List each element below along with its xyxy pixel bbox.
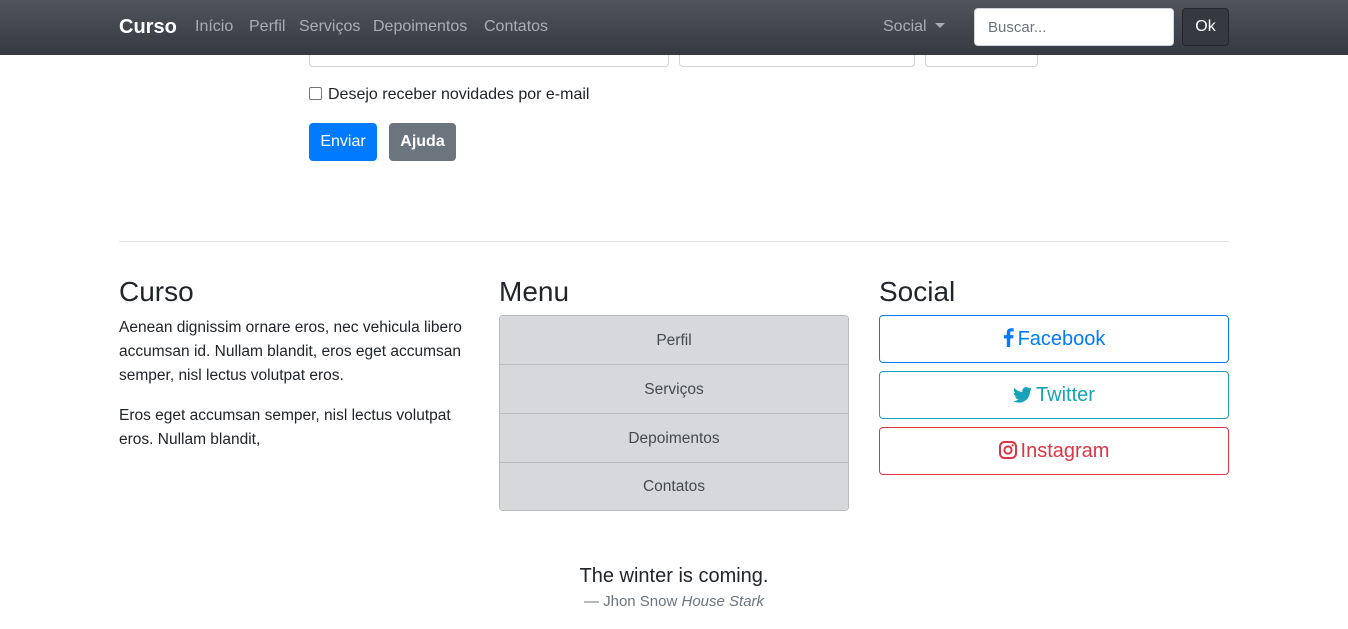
nav-link-depoimentos[interactable]: Depoimentos	[373, 18, 467, 36]
nav-link-perfil[interactable]: Perfil	[249, 18, 285, 36]
social-dropdown-label: Social	[883, 18, 927, 35]
newsletter-checkbox[interactable]	[309, 87, 322, 100]
menu-item-perfil[interactable]: Perfil	[500, 316, 848, 365]
nav-link-contatos[interactable]: Contatos	[484, 18, 548, 36]
facebook-label: Facebook	[1017, 328, 1106, 350]
nav-link-servicos[interactable]: Serviços	[299, 18, 360, 36]
search-submit-button[interactable]: Ok	[1182, 8, 1229, 46]
instagram-icon	[998, 441, 1017, 459]
quote-source: House Stark	[681, 593, 765, 610]
nav-link-inicio[interactable]: Início	[195, 18, 233, 36]
menu-title: Menu	[499, 276, 570, 307]
section-divider	[119, 241, 1229, 242]
submit-button[interactable]: Enviar	[309, 123, 377, 161]
top-navbar: Curso Início Perfil Serviços Depoimentos…	[0, 0, 1348, 55]
newsletter-checkbox-label: Desejo receber novidades por e-mail	[328, 86, 590, 103]
quote-author: — Jhon Snow	[583, 593, 678, 610]
navbar-brand[interactable]: Curso	[119, 16, 177, 39]
menu-item-depoimentos[interactable]: Depoimentos	[500, 414, 848, 463]
social-dropdown-toggle[interactable]: Social	[883, 18, 945, 36]
about-title: Curso	[119, 276, 194, 307]
caret-down-icon	[934, 23, 945, 28]
quote-footer: — Jhon Snow House Stark	[0, 593, 1348, 610]
footer-menu-list: Perfil Serviços Depoimentos Contatos	[499, 315, 849, 511]
about-paragraph-1: Aenean dignissim ornare eros, nec vehicu…	[119, 319, 462, 384]
help-button[interactable]: Ajuda	[389, 123, 456, 161]
social-title: Social	[879, 276, 956, 307]
newsletter-checkbox-row[interactable]: Desejo receber novidades por e-mail	[309, 86, 589, 104]
menu-item-servicos[interactable]: Serviços	[500, 365, 848, 414]
facebook-button[interactable]: Facebook	[879, 315, 1229, 363]
instagram-label: Instagram	[1020, 440, 1110, 462]
twitter-button[interactable]: Twitter	[879, 371, 1229, 419]
search-input[interactable]	[974, 8, 1174, 46]
menu-item-contatos[interactable]: Contatos	[500, 463, 848, 510]
instagram-button[interactable]: Instagram	[879, 427, 1229, 475]
facebook-icon	[1003, 328, 1014, 347]
twitter-icon	[1013, 387, 1033, 403]
about-paragraph-2: Eros eget accumsan semper, nisl lectus v…	[119, 407, 451, 448]
quote-text: The winter is coming.	[579, 565, 769, 587]
twitter-label: Twitter	[1036, 384, 1095, 406]
